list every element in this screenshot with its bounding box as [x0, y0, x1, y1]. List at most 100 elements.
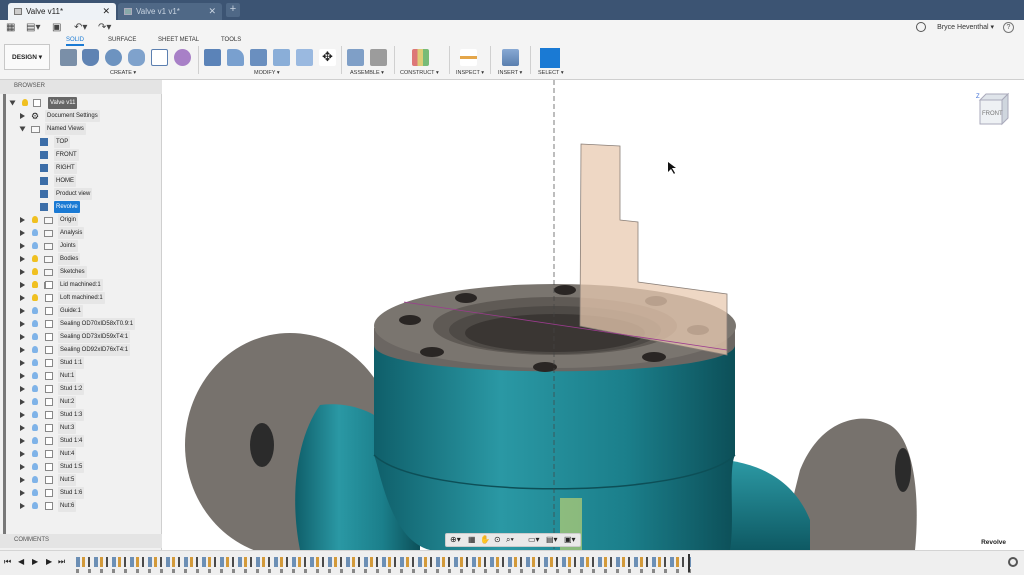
- display-settings-icon[interactable]: ▭▾: [528, 535, 540, 544]
- first-step-icon[interactable]: ⏮: [4, 557, 11, 567]
- tree-component-item[interactable]: Guide:1: [0, 305, 160, 317]
- next-step-icon[interactable]: ▶: [46, 557, 52, 566]
- tab-sheet-metal[interactable]: SHEET METAL: [158, 37, 199, 43]
- expand-icon[interactable]: [20, 359, 25, 366]
- tree-folder-item[interactable]: Bodies: [0, 253, 160, 265]
- collapse-icon[interactable]: [19, 126, 26, 131]
- tab-surface[interactable]: SURFACE: [108, 37, 136, 43]
- tab-tools[interactable]: TOOLS: [221, 37, 241, 43]
- tab-solid[interactable]: SOLID: [66, 37, 85, 46]
- expand-icon[interactable]: [20, 112, 25, 119]
- orbit-icon[interactable]: ⊕▾: [450, 535, 461, 544]
- expand-icon[interactable]: [20, 268, 25, 275]
- tree-folder-item[interactable]: Joints: [0, 240, 160, 252]
- document-tab-active[interactable]: Valve v11* ✕: [8, 3, 116, 20]
- new-tab-button[interactable]: +: [226, 3, 240, 17]
- modify-group-label[interactable]: MODIFY ▾: [254, 70, 280, 76]
- expand-icon[interactable]: [20, 476, 25, 483]
- visibility-bulb-icon[interactable]: [32, 268, 38, 275]
- expand-icon[interactable]: [20, 372, 25, 379]
- visibility-bulb-icon[interactable]: [32, 229, 38, 236]
- collapse-icon[interactable]: [9, 100, 16, 105]
- visibility-bulb-icon[interactable]: [32, 346, 38, 353]
- tree-component-item[interactable]: Loft machined:1: [0, 292, 160, 304]
- tree-root[interactable]: Valve v11: [0, 97, 160, 109]
- redo-icon[interactable]: ↷▾: [98, 22, 111, 33]
- visibility-bulb-icon[interactable]: [32, 489, 38, 496]
- tree-folder-item[interactable]: Sketches: [0, 266, 160, 278]
- close-icon[interactable]: ✕: [102, 6, 110, 17]
- zoom-icon[interactable]: ⊙: [494, 535, 501, 544]
- combine-icon[interactable]: [296, 49, 313, 66]
- measure-icon[interactable]: [460, 49, 477, 66]
- shell-icon[interactable]: [273, 49, 290, 66]
- tree-component-item[interactable]: Stud 1:6: [0, 487, 160, 499]
- new-component-icon[interactable]: [60, 49, 77, 66]
- select-group-label[interactable]: SELECT ▾: [538, 70, 564, 76]
- select-tool-icon[interactable]: [540, 48, 560, 68]
- insert-image-icon[interactable]: [502, 49, 519, 66]
- data-panel-grid-icon[interactable]: ▦: [6, 22, 15, 33]
- insert-group-label[interactable]: INSERT ▾: [498, 70, 522, 76]
- tree-named-views[interactable]: Named Views: [0, 123, 160, 135]
- play-icon[interactable]: ▶: [32, 557, 38, 566]
- expand-icon[interactable]: [20, 463, 25, 470]
- tree-folder-item[interactable]: Analysis: [0, 227, 160, 239]
- timeline-marker[interactable]: [688, 554, 690, 572]
- revolve-icon[interactable]: [105, 49, 122, 66]
- expand-icon[interactable]: [20, 216, 25, 223]
- expand-icon[interactable]: [20, 307, 25, 314]
- joint-icon[interactable]: [370, 49, 387, 66]
- user-account-menu[interactable]: Bryce Heventhal ▾: [937, 23, 994, 31]
- visibility-bulb-icon[interactable]: [32, 502, 38, 509]
- extrude-icon[interactable]: [82, 49, 99, 66]
- job-status-clock-icon[interactable]: [916, 22, 926, 32]
- offset-plane-icon[interactable]: [412, 49, 429, 66]
- expand-icon[interactable]: [20, 320, 25, 327]
- tree-component-item[interactable]: Stud 1:4: [0, 435, 160, 447]
- expand-icon[interactable]: [20, 333, 25, 340]
- loft-icon[interactable]: [151, 49, 168, 66]
- fillet-icon[interactable]: [227, 49, 244, 66]
- visibility-bulb-icon[interactable]: [32, 411, 38, 418]
- expand-icon[interactable]: [20, 411, 25, 418]
- workspace-switcher[interactable]: DESIGN ▾: [4, 44, 50, 70]
- tree-component-item[interactable]: Sealing OD92xID76xT4:1: [0, 344, 160, 356]
- document-tab-inactive[interactable]: Valve v1 v1* ✕: [118, 3, 222, 20]
- visibility-bulb-icon[interactable]: [32, 294, 38, 301]
- visibility-bulb-icon[interactable]: [32, 372, 38, 379]
- tree-component-item[interactable]: Nut:4: [0, 448, 160, 460]
- comments-panel[interactable]: COMMENTS: [0, 534, 162, 548]
- sweep-icon[interactable]: [128, 49, 145, 66]
- undo-icon[interactable]: ↶▾: [74, 22, 87, 33]
- look-at-icon[interactable]: ▦: [468, 535, 476, 544]
- expand-icon[interactable]: [20, 437, 25, 444]
- expand-icon[interactable]: [20, 281, 25, 288]
- view-cube[interactable]: FRONT Z: [976, 92, 1010, 128]
- visibility-bulb-icon[interactable]: [32, 424, 38, 431]
- construct-group-label[interactable]: CONSTRUCT ▾: [400, 70, 439, 76]
- fit-icon[interactable]: ⌕▾: [506, 535, 514, 545]
- previous-step-icon[interactable]: ◀: [18, 557, 24, 566]
- tree-document-settings[interactable]: ⚙ Document Settings: [0, 110, 160, 122]
- revolve-sketch-profile[interactable]: [579, 143, 728, 356]
- help-icon[interactable]: ?: [1003, 22, 1014, 33]
- tree-component-item[interactable]: Nut:6: [0, 500, 160, 512]
- tree-component-item[interactable]: Nut:1: [0, 370, 160, 382]
- 3d-viewport[interactable]: FRONT Z: [163, 80, 1024, 550]
- create-group-label[interactable]: CREATE ▾: [110, 70, 136, 76]
- timeline-settings-gear-icon[interactable]: [1008, 557, 1018, 567]
- visibility-bulb-icon[interactable]: [32, 476, 38, 483]
- visibility-bulb-icon[interactable]: [32, 307, 38, 314]
- expand-icon[interactable]: [20, 242, 25, 249]
- expand-icon[interactable]: [20, 255, 25, 262]
- visibility-bulb-icon[interactable]: [32, 242, 38, 249]
- tree-component-item[interactable]: Sealing OD73xID59xT4:1: [0, 331, 160, 343]
- visibility-bulb-icon[interactable]: [32, 437, 38, 444]
- visibility-bulb-icon[interactable]: [32, 333, 38, 340]
- expand-icon[interactable]: [20, 229, 25, 236]
- model-canvas[interactable]: [163, 80, 1024, 550]
- tree-component-item[interactable]: Nut:3: [0, 422, 160, 434]
- chamfer-icon[interactable]: [250, 49, 267, 66]
- tree-component-item[interactable]: Stud 1:3: [0, 409, 160, 421]
